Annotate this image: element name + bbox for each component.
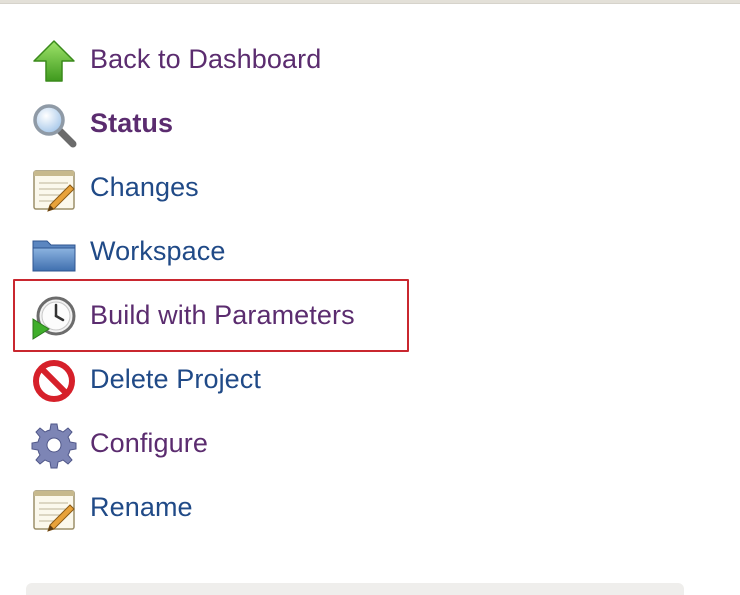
- sidebar-item-label[interactable]: Configure: [90, 427, 208, 459]
- sidebar-item-workspace[interactable]: Workspace: [0, 219, 740, 283]
- sidebar-item-configure[interactable]: Configure: [0, 411, 740, 475]
- notepad-icon: [30, 165, 78, 213]
- sidebar-item-status[interactable]: Status: [0, 91, 740, 155]
- up-arrow-icon: [30, 37, 78, 85]
- notepad-icon: [30, 485, 78, 533]
- sidebar-item-label[interactable]: Workspace: [90, 235, 225, 267]
- sidebar-item-back-to-dashboard[interactable]: Back to Dashboard: [0, 27, 740, 91]
- bottom-panel: [26, 583, 684, 595]
- folder-icon: [30, 229, 78, 277]
- sidebar-item-label[interactable]: Back to Dashboard: [90, 43, 321, 75]
- sidebar-item-label[interactable]: Rename: [90, 491, 193, 523]
- top-divider: [0, 0, 740, 4]
- sidebar-item-delete-project[interactable]: Delete Project: [0, 347, 740, 411]
- sidebar-item-label[interactable]: Status: [90, 107, 173, 139]
- sidebar-item-changes[interactable]: Changes: [0, 155, 740, 219]
- sidebar-item-rename[interactable]: Rename: [0, 475, 740, 539]
- highlight-box: [13, 279, 409, 352]
- magnifier-icon: [30, 101, 78, 149]
- sidebar-item-label[interactable]: Delete Project: [90, 363, 261, 395]
- no-entry-icon: [30, 357, 78, 405]
- gear-icon: [30, 421, 78, 469]
- sidebar-item-label[interactable]: Changes: [90, 171, 199, 203]
